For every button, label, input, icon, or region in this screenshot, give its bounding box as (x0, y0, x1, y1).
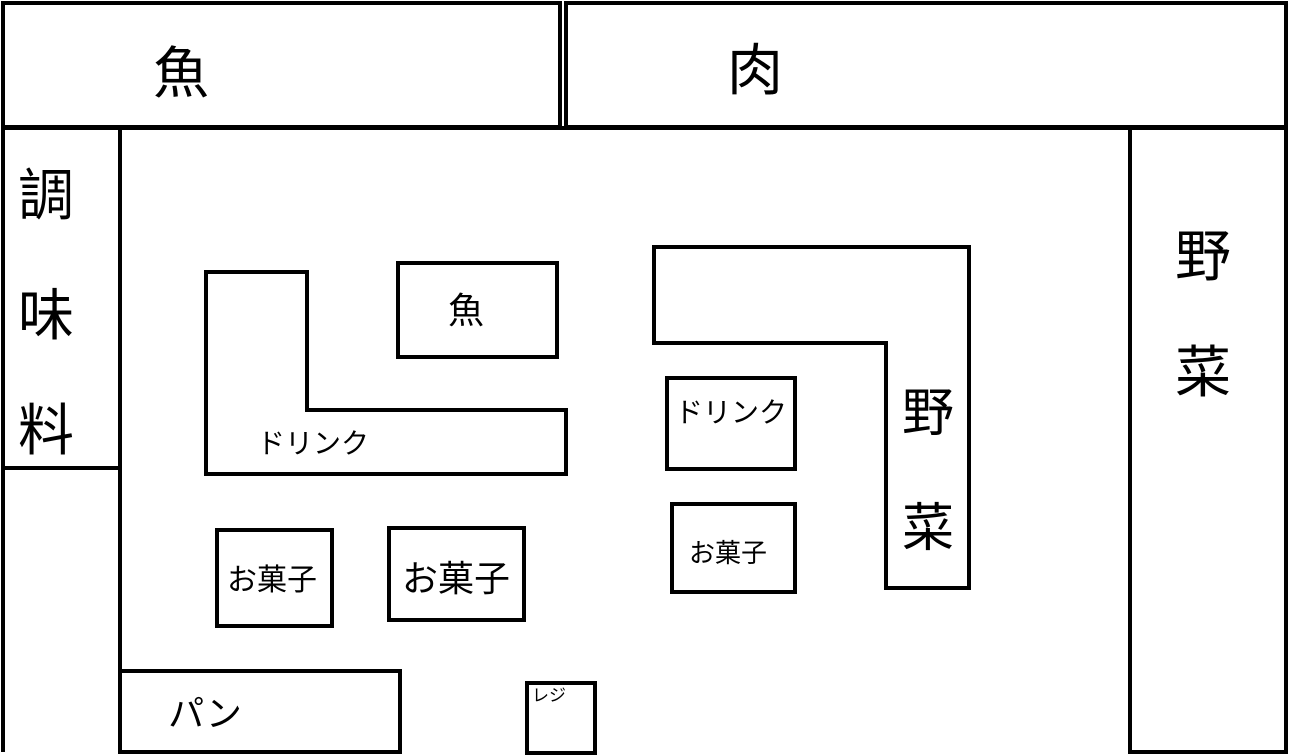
fish-shelf-label: 魚 (448, 291, 484, 332)
register-label: レジ (532, 686, 566, 706)
vegetables-right-label-2: 菜 (1175, 341, 1231, 406)
snacks-1-label: お菓子 (227, 563, 317, 598)
snacks-2-label: お菓子 (402, 559, 510, 600)
seasoning-label-1: 調 (18, 164, 74, 229)
seasoning-label-3: 料 (18, 399, 74, 464)
snacks-3-label: お菓子 (689, 539, 767, 569)
fish-section-top (1, 1, 562, 129)
fish-section-label: 魚 (153, 42, 209, 107)
drink-box-label: ドリンク (675, 396, 787, 429)
meat-section-top (564, 1, 1288, 129)
seasoning-label-2: 味 (18, 284, 74, 349)
meat-section-label: 肉 (727, 39, 783, 104)
bread-section (118, 669, 402, 754)
store-floor-map: 魚 肉 調 味 料 野 菜 パン 魚 ドリンク ドリンク 野 菜 お菓子 お菓子… (1, 1, 1288, 755)
drink-l-shelf-label: ドリンク (257, 427, 369, 460)
vegetables-shelf-label-1: 野 (902, 384, 954, 444)
vegetables-right-label-1: 野 (1175, 225, 1231, 290)
bread-label: パン (168, 694, 242, 735)
vegetables-section-right (1128, 126, 1288, 754)
vegetables-shelf-label-2: 菜 (902, 499, 954, 559)
